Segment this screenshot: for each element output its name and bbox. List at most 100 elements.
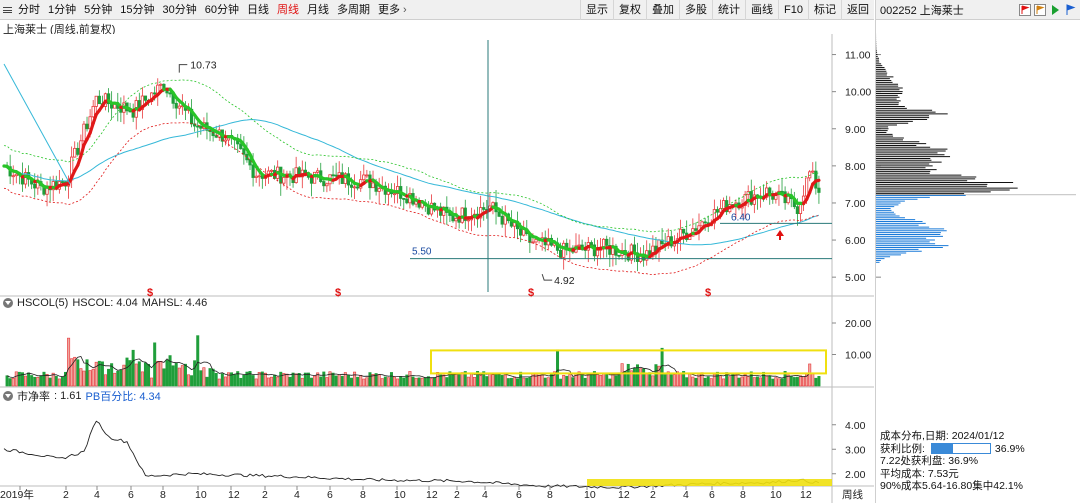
volume-bar	[728, 376, 732, 387]
cost-flag-icon[interactable]	[1019, 3, 1031, 16]
volume-bar	[599, 374, 603, 387]
period-toolbar: 分时 1分钟 5分钟 15分钟 30分钟 60分钟 日线 周线 月线 多周期 更…	[0, 0, 874, 20]
volume-bar	[322, 371, 326, 387]
tab-monthly[interactable]: 月线	[303, 0, 333, 20]
volume-bar	[457, 373, 461, 387]
volume-bar	[82, 370, 86, 387]
volume-bar	[294, 373, 298, 387]
candle-body	[451, 215, 455, 222]
stats-button[interactable]: 统计	[712, 0, 745, 20]
panel-toggle-icon[interactable]	[3, 298, 13, 308]
volume-bar	[331, 372, 335, 387]
candle-body	[392, 193, 397, 196]
volume-bar	[500, 375, 504, 387]
volume-bar	[685, 377, 689, 387]
back-button[interactable]: 返回	[841, 0, 874, 20]
x-tick-label: 2019年	[0, 488, 34, 501]
tab-multi-period[interactable]: 多周期	[333, 0, 374, 20]
volume-bar	[334, 375, 338, 387]
volume-bar	[522, 377, 526, 387]
tab-weekly[interactable]: 周线	[273, 0, 303, 20]
profit-ratio-fill	[931, 444, 954, 454]
volume-bar	[180, 365, 184, 387]
display-button[interactable]: 显示	[580, 0, 613, 20]
tab-intraday[interactable]: 分时	[14, 0, 44, 20]
candle-body	[159, 83, 163, 86]
tab-15min[interactable]: 15分钟	[116, 0, 158, 20]
volume-bar	[263, 372, 267, 387]
volume-bar	[648, 372, 652, 387]
candle-body	[454, 218, 458, 222]
candle-body	[91, 106, 95, 118]
menu-icon[interactable]	[0, 0, 14, 20]
profit-at-price: 7.22处获利盘: 36.9%	[880, 455, 979, 467]
candle-body	[82, 123, 86, 142]
volume-bar	[780, 378, 784, 387]
volume-bar	[789, 375, 793, 387]
candle-body	[199, 125, 203, 129]
candle-body	[239, 143, 243, 150]
flag-blue-icon[interactable]	[1064, 3, 1076, 16]
candle-body	[365, 174, 369, 177]
volume-bar	[802, 376, 806, 387]
volume-bar	[362, 378, 366, 387]
x-tick-label: 2	[262, 489, 268, 501]
volume-bar	[143, 362, 147, 387]
tab-5min[interactable]: 5分钟	[80, 0, 116, 20]
volume-bar	[433, 377, 437, 387]
event-marker: $	[335, 287, 341, 299]
candle-body	[371, 182, 375, 189]
sidebar-toolbar	[1019, 3, 1080, 16]
tab-30min[interactable]: 30分钟	[159, 0, 201, 20]
kline-chart[interactable]: 11.00 10.00 9.00 8.00 7.00 6.00 5.00 5.50 6.40 10…	[0, 34, 874, 503]
candle-body	[33, 183, 37, 189]
candle-body	[605, 238, 609, 246]
volume-bar	[211, 368, 215, 387]
candle-body	[153, 92, 157, 95]
volume-bar	[688, 373, 692, 387]
x-tick-label: 12	[228, 489, 240, 501]
f10-button[interactable]: F10	[778, 0, 808, 20]
volume-bar	[125, 357, 129, 387]
overlay-button[interactable]: 叠加	[646, 0, 679, 20]
volume-bar	[11, 377, 15, 387]
volume-bar	[442, 374, 446, 387]
volume-bar	[30, 375, 34, 387]
candle-body	[174, 102, 178, 109]
tab-60min[interactable]: 60分钟	[201, 0, 243, 20]
average-cost: 平均成本: 7.53元	[880, 467, 959, 480]
y-tick-label: 9.00	[845, 124, 866, 136]
candle-body	[534, 239, 538, 243]
volume-bar	[808, 363, 812, 387]
volume-bar	[700, 372, 704, 387]
tab-more[interactable]: 更多	[374, 0, 411, 20]
multi-stock-button[interactable]: 多股	[679, 0, 712, 20]
panel-toggle-icon[interactable]	[3, 391, 13, 401]
y-tick-label: 2.00	[845, 469, 866, 481]
x-tick-label: 10	[195, 489, 207, 501]
x-tick-label: 12	[618, 489, 630, 501]
volume-bar	[359, 374, 363, 387]
volume-bar	[393, 376, 397, 387]
event-marker: $	[705, 287, 711, 299]
mark-button[interactable]: 标记	[808, 0, 841, 20]
play-icon[interactable]	[1049, 4, 1061, 16]
volume-panel-header: HSCOL(5) HSCOL: 4.04 MAHSL: 4.46	[3, 297, 207, 309]
cost-flag-alt-icon[interactable]	[1034, 3, 1046, 16]
volume-bar	[254, 378, 258, 387]
adjust-button[interactable]: 复权	[613, 0, 646, 20]
volume-bar	[411, 376, 415, 387]
volume-bar	[389, 372, 393, 387]
candle-body	[377, 188, 381, 192]
volume-bar	[506, 378, 510, 387]
y-tick-label: 8.00	[845, 161, 866, 173]
volume-bar	[743, 374, 747, 387]
volume-bar	[602, 373, 606, 387]
volume-bar	[626, 363, 630, 387]
volume-bar	[365, 377, 369, 387]
tab-daily[interactable]: 日线	[243, 0, 273, 20]
draw-line-button[interactable]: 画线	[745, 0, 778, 20]
chart-canvas[interactable]: 11.00 10.00 9.00 8.00 7.00 6.00 5.00 5.50 6.40 10…	[0, 34, 874, 503]
tab-1min[interactable]: 1分钟	[44, 0, 80, 20]
candle-body	[466, 219, 470, 222]
